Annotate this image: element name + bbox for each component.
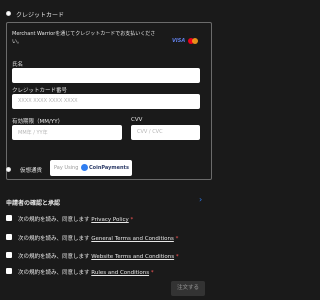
expiry-label: 有効期限（MM/YY） (12, 119, 64, 125)
consent-text: 次の規約を読み、同意します Privacy Policy * (18, 217, 134, 223)
general-terms-link[interactable]: General Terms and Conditions (91, 236, 174, 242)
general-terms-checkbox[interactable] (6, 234, 12, 240)
coinpayments-text: CoinPayments (89, 165, 129, 171)
payment-notice: Merchant Warriorを通じてクレジットカードでお支払いください。 (12, 31, 156, 45)
name-input[interactable] (12, 68, 200, 83)
website-terms-checkbox[interactable] (6, 252, 12, 258)
website-terms-link[interactable]: Website Terms and Conditions (91, 254, 174, 260)
consent-text: 次の規約を読み、同意します Rules and Conditions * (18, 270, 154, 276)
coinpayments-logo-icon (81, 164, 88, 171)
privacy-policy-link[interactable]: Privacy Policy (91, 217, 128, 223)
credit-card-radio[interactable] (6, 11, 11, 16)
card-number-input[interactable]: XXXX XXXX XXXX XXXX (12, 94, 200, 109)
mastercard-logo (188, 38, 198, 44)
expiry-input[interactable]: MM年 / YY年 (12, 125, 122, 140)
credit-card-label: クレジットカード (16, 12, 65, 19)
pay-using-text: Pay Using (54, 165, 79, 171)
rules-checkbox[interactable] (6, 268, 12, 274)
privacy-policy-checkbox[interactable] (6, 215, 12, 221)
chevron-right-icon[interactable]: › (199, 195, 202, 204)
card-number-label: クレジットカード番号 (12, 88, 68, 94)
consent-title: 申請者の確認と承認 (6, 200, 61, 207)
coinpayments-button[interactable]: Pay Using CoinPayments (50, 160, 132, 176)
consent-text: 次の規約を読み、同意します General Terms and Conditio… (18, 236, 179, 242)
rules-link[interactable]: Rules and Conditions (91, 270, 149, 276)
cvv-label: CVV (131, 117, 143, 123)
crypto-radio[interactable] (6, 167, 11, 172)
cvv-input[interactable]: CVV / CVC (131, 125, 200, 140)
name-label: 氏名 (12, 62, 24, 68)
order-button[interactable]: 注文する (171, 281, 205, 296)
visa-logo: VISA (172, 38, 186, 44)
consent-text: 次の規約を読み、同意します Website Terms and Conditio… (18, 254, 179, 260)
crypto-label: 仮想通貨 (20, 168, 43, 174)
